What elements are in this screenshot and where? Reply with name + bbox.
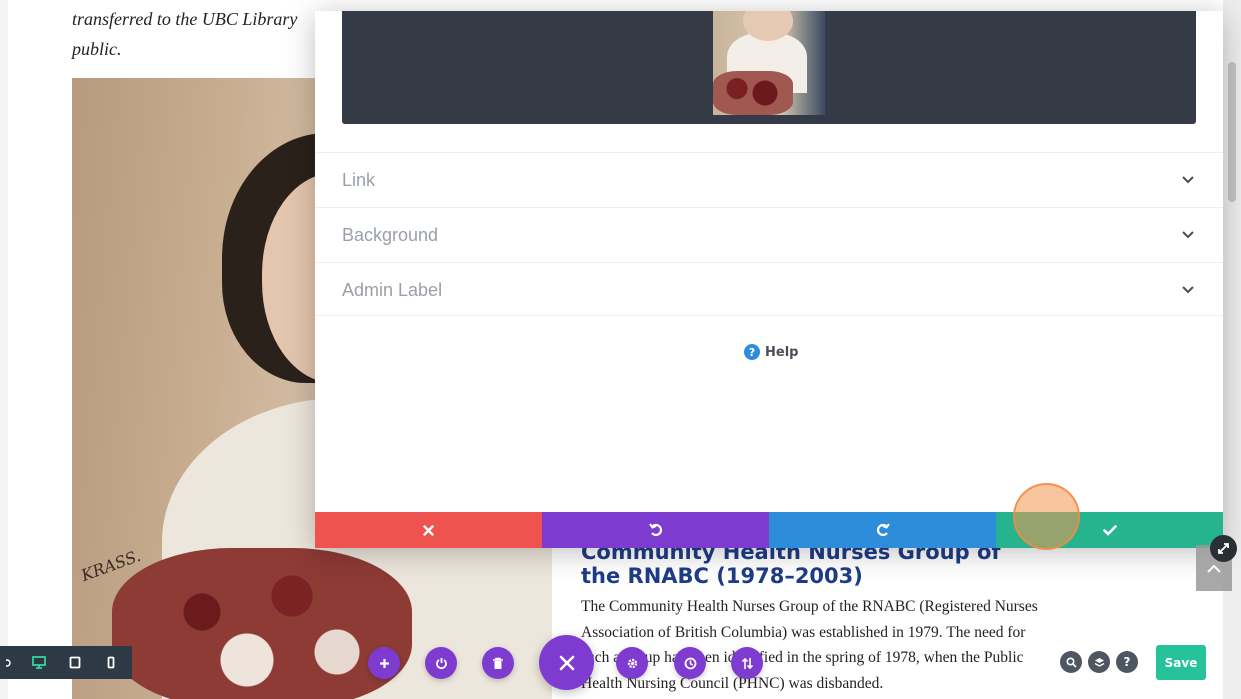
section-label: Link bbox=[342, 169, 376, 190]
help-link[interactable]: ? Help bbox=[744, 344, 798, 360]
article-body: The Community Health Nurses Group of the… bbox=[581, 598, 1038, 692]
gear-icon bbox=[627, 658, 637, 668]
chevron-down-icon bbox=[1181, 283, 1195, 297]
sort-arrows-icon bbox=[741, 657, 753, 669]
scrollbar-thumb[interactable] bbox=[1228, 62, 1236, 202]
responsive-view-bar bbox=[0, 646, 132, 679]
clock-icon bbox=[684, 657, 696, 669]
section-toggle-background[interactable]: Background bbox=[315, 207, 1223, 262]
close-icon bbox=[423, 524, 434, 536]
view-bar-edge-icon[interactable] bbox=[6, 654, 12, 672]
question-icon: ? bbox=[1123, 655, 1131, 669]
chevron-down-icon bbox=[1181, 228, 1195, 242]
power-button[interactable] bbox=[425, 647, 457, 679]
close-icon bbox=[559, 655, 574, 670]
modal-resize-handle[interactable] bbox=[1210, 535, 1237, 562]
delete-button[interactable] bbox=[482, 647, 514, 679]
undo-button[interactable] bbox=[542, 512, 769, 548]
plus-icon bbox=[379, 658, 389, 668]
phone-view-icon[interactable] bbox=[102, 654, 120, 672]
intro-text: transferred to the UBC Library public. bbox=[72, 9, 298, 59]
save-button[interactable]: Save bbox=[1156, 645, 1206, 680]
check-icon bbox=[1102, 524, 1117, 536]
image-preview bbox=[342, 11, 1196, 124]
layers-button[interactable] bbox=[1088, 651, 1110, 673]
tablet-view-icon[interactable] bbox=[66, 654, 84, 672]
chevron-down-icon bbox=[1181, 173, 1195, 187]
portability-button[interactable] bbox=[731, 647, 763, 679]
section-label: Admin Label bbox=[342, 279, 443, 300]
history-button[interactable] bbox=[674, 647, 706, 679]
section-toggle-link[interactable]: Link bbox=[315, 152, 1223, 207]
section-toggle-admin-label[interactable]: Admin Label bbox=[315, 262, 1223, 317]
search-icon bbox=[1065, 656, 1077, 668]
redo-icon bbox=[876, 523, 890, 537]
help-icon: ? bbox=[744, 344, 760, 360]
expand-icon bbox=[1218, 543, 1229, 554]
divider bbox=[315, 315, 1223, 316]
help-label: Help bbox=[765, 344, 799, 360]
close-builder-button[interactable] bbox=[539, 635, 594, 690]
page-scrollbar[interactable] bbox=[1223, 0, 1241, 699]
left-edge bbox=[0, 0, 8, 699]
power-icon bbox=[435, 657, 447, 669]
zoom-button[interactable] bbox=[1060, 651, 1082, 673]
chevron-up-icon bbox=[1207, 564, 1221, 573]
desktop-view-icon[interactable] bbox=[30, 654, 48, 672]
trash-icon bbox=[493, 657, 503, 669]
undo-icon bbox=[648, 523, 662, 537]
discard-button[interactable] bbox=[315, 512, 542, 548]
module-settings-modal: Link Background Admin Label ? Help bbox=[315, 11, 1223, 548]
settings-button[interactable] bbox=[616, 647, 648, 679]
help-button[interactable]: ? bbox=[1116, 651, 1138, 673]
redo-button[interactable] bbox=[769, 512, 996, 548]
add-module-button[interactable] bbox=[368, 647, 400, 679]
confirm-button[interactable] bbox=[996, 512, 1223, 548]
image-thumbnail[interactable] bbox=[713, 11, 825, 115]
modal-action-bar bbox=[315, 512, 1223, 548]
layers-icon bbox=[1094, 657, 1104, 667]
section-label: Background bbox=[342, 224, 439, 245]
